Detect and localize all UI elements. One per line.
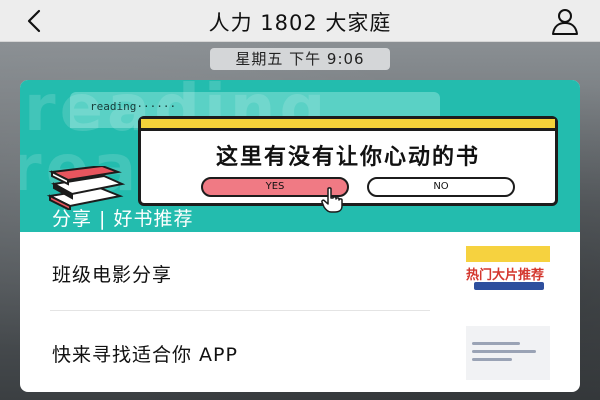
popup-title-bar: [141, 119, 555, 131]
article-banner[interactable]: reading reac reading······ 分享 | 好书推荐 这里有…: [20, 80, 580, 232]
message-timestamp: 星期五 下午 9:06: [210, 48, 390, 70]
app-thumbnail: [466, 326, 550, 380]
chat-title: 人力 1802 大家庭: [208, 11, 392, 35]
hand-cursor-icon: [321, 187, 343, 213]
list-item-find-app[interactable]: 快来寻找适合你 APP: [20, 312, 580, 392]
no-button: NO: [367, 177, 515, 197]
thumbnail-decoration: [466, 246, 550, 262]
thumbnail-decoration: [474, 282, 544, 290]
list-item-movie-share[interactable]: 班级电影分享 热门大片推荐: [20, 232, 580, 312]
thumbnail-title: 热门大片推荐: [466, 268, 545, 283]
chevron-left-icon[interactable]: [22, 8, 48, 34]
movie-thumbnail: 热门大片推荐: [466, 246, 550, 300]
thumbnail-decoration: [472, 358, 512, 361]
shared-article-card[interactable]: reading reac reading······ 分享 | 好书推荐 这里有…: [20, 80, 580, 392]
thumbnail-decoration: [472, 342, 520, 345]
banner-reading-text: reading······: [90, 100, 177, 113]
banner-caption: 分享 | 好书推荐: [52, 208, 194, 230]
thumbnail-decoration: [472, 350, 536, 353]
top-nav-bar: 人力 1802 大家庭: [0, 0, 600, 42]
person-icon[interactable]: [550, 7, 580, 35]
list-item-title: 班级电影分享: [52, 264, 173, 286]
divider: [50, 310, 430, 311]
book-question-popup: 这里有没有让你心动的书 YES NO: [138, 116, 558, 213]
list-item-title: 快来寻找适合你 APP: [52, 344, 238, 366]
popup-question-text: 这里有没有让你心动的书: [215, 145, 480, 170]
